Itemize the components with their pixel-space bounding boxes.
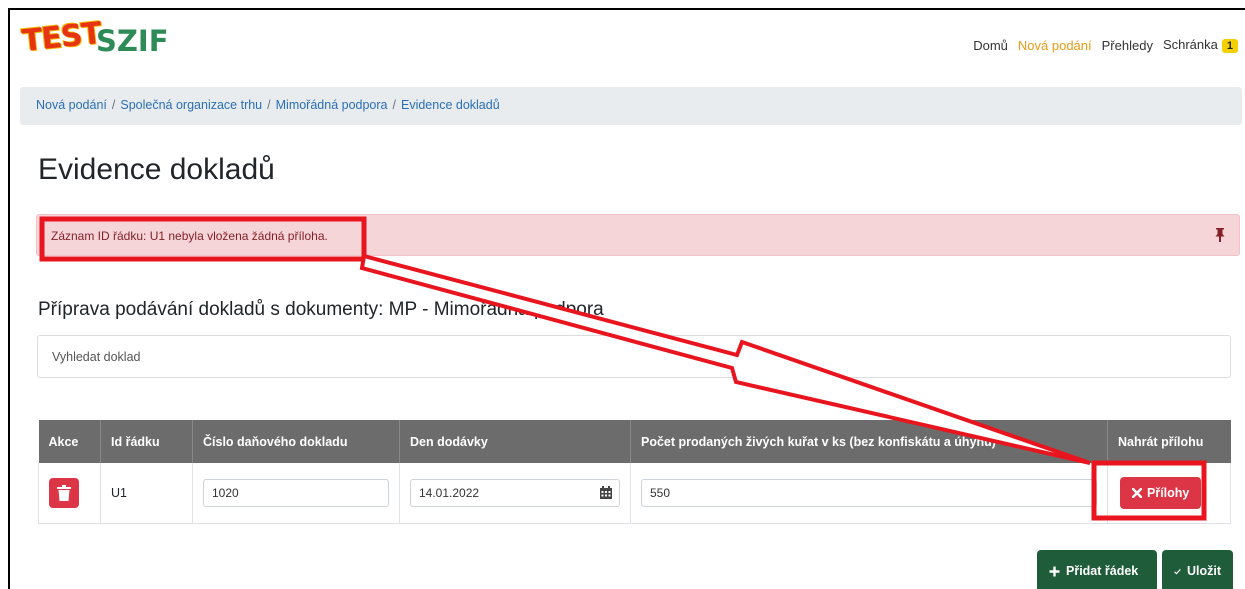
calendar-icon[interactable] [600, 485, 612, 499]
attachments-button-label: Přílohy [1147, 485, 1190, 500]
save-label: Uložit [1186, 564, 1221, 578]
breadcrumb-item-new-submissions[interactable]: Nová podání [36, 98, 107, 112]
page-title: Evidence dokladů [38, 153, 275, 186]
add-row-label: Přidat řádek [1066, 564, 1139, 578]
nav-menu: Domů Nová podání Přehledy Schránka 1 [973, 37, 1238, 53]
nav-new-submissions[interactable]: Nová podání [1018, 38, 1092, 53]
documents-table: Akce Id řádku Číslo daňového dokladu Den… [38, 420, 1231, 524]
col-doc-number: Číslo daňového dokladu [192, 420, 400, 463]
logo-szif: SZIF [96, 24, 169, 58]
trash-icon [57, 484, 71, 501]
logo[interactable]: TEST SZIF [20, 15, 182, 64]
nav-overviews[interactable]: Přehledy [1102, 38, 1153, 53]
x-icon [1132, 487, 1142, 498]
doc-number-input[interactable] [203, 478, 389, 507]
col-count: Počet prodaných živých kuřat v ks (bez k… [630, 420, 1108, 463]
delivery-date-input[interactable] [410, 478, 620, 507]
col-delivery-date: Den dodávky [399, 420, 631, 463]
cell-count [630, 463, 1108, 524]
table-row: U1 1020 14.01.2022 550 Přílohy [38, 463, 1231, 524]
alert-missing-attachment: Záznam ID řádku: U1 nebyla vložena žádná… [36, 214, 1240, 256]
inbox-count-badge: 1 [1221, 39, 1238, 53]
table-header-row: Akce Id řádku Číslo daňového dokladu Den… [38, 420, 1231, 463]
nav-home[interactable]: Domů [973, 38, 1008, 53]
check-icon [1174, 568, 1181, 574]
cell-row-id: U1 [100, 463, 193, 524]
col-row-id: Id řádku [100, 420, 193, 463]
navbar: TEST SZIF Domů Nová podání Přehledy Schr… [10, 10, 1245, 78]
col-upload: Nahrát přílohu [1107, 420, 1231, 463]
col-action: Akce [38, 420, 101, 463]
nav-inbox-label: Schránka [1162, 37, 1218, 52]
alert-message: Záznam ID řádku: U1 nebyla vložena žádná… [51, 229, 328, 243]
breadcrumb-item-common-market[interactable]: Společná organizace trhu [120, 98, 262, 112]
save-button[interactable]: Uložit [1162, 550, 1233, 589]
breadcrumb: Nová podání / Společná organizace trhu / Mim… [20, 87, 1242, 125]
delivery-date-picker [410, 478, 620, 507]
delete-row-button[interactable] [49, 477, 79, 508]
attachments-button[interactable]: Přílohy [1120, 476, 1202, 509]
cell-action [38, 463, 101, 524]
count-input[interactable] [641, 478, 1097, 507]
logo-test: TEST [20, 15, 103, 60]
plus-icon [1049, 566, 1060, 576]
cell-delivery-date [399, 463, 631, 524]
pin-icon[interactable] [1215, 228, 1225, 242]
cell-doc-number [192, 463, 400, 524]
section-title: Příprava podávání dokladů s dokumenty: M… [38, 299, 604, 320]
breadcrumb-item-extraordinary-support[interactable]: Mimořádná podpora [276, 98, 388, 112]
cell-upload: Přílohy [1107, 463, 1231, 524]
nav-inbox[interactable]: Schránka 1 [1163, 37, 1238, 53]
breadcrumb-item-document-records[interactable]: Evidence dokladů [401, 98, 500, 112]
add-row-button[interactable]: Přidat řádek [1037, 550, 1157, 589]
search-input[interactable] [37, 335, 1231, 378]
app-window: TEST SZIF Domů Nová podání Přehledy Schr… [8, 8, 1245, 589]
